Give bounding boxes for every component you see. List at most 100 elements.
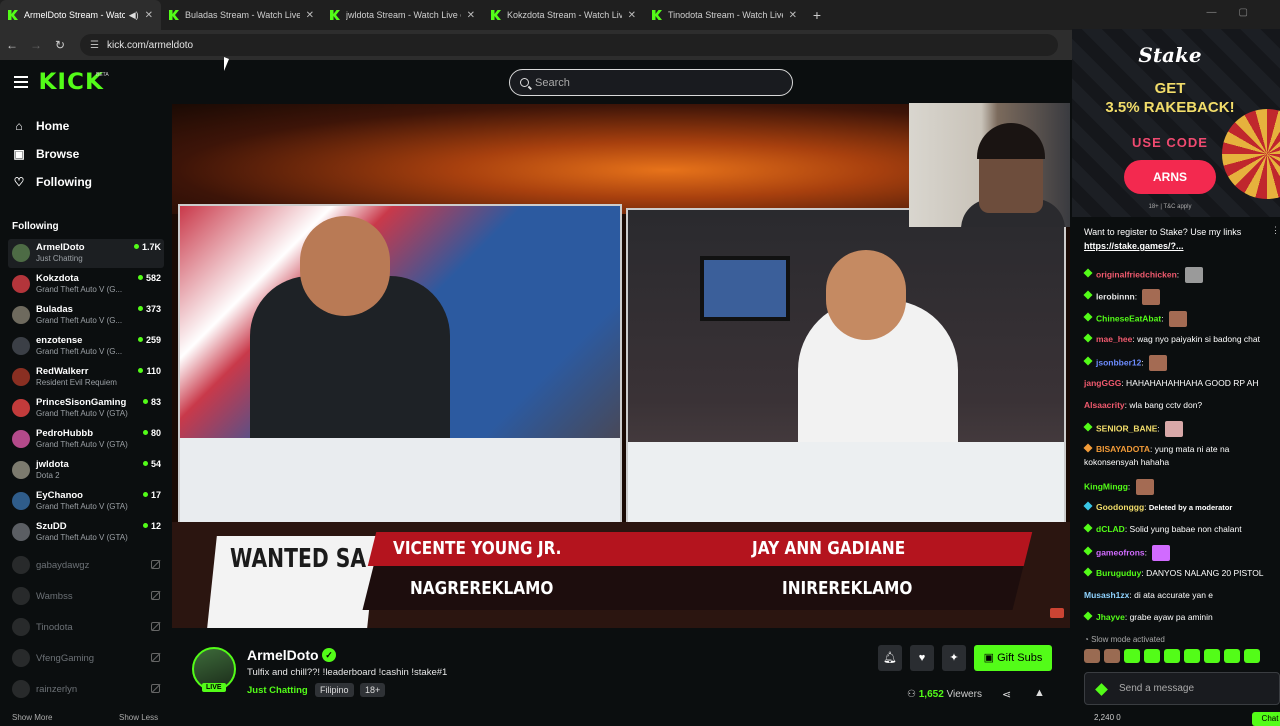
streamer-name[interactable]: ArmelDoto <box>247 647 319 663</box>
menu-icon[interactable] <box>14 76 28 88</box>
chat-username[interactable]: lerobinnn <box>1096 291 1135 301</box>
following-channel[interactable]: enzotense Grand Theft Auto V (G... 259 <box>8 332 164 361</box>
sidebar-item-following[interactable]: ♡ Following <box>12 175 92 189</box>
chat-username[interactable]: Musash1zx <box>1084 590 1129 600</box>
show-more-button[interactable]: Show More <box>12 713 52 722</box>
chat-username[interactable]: Alsaacrity <box>1084 400 1125 410</box>
following-channel[interactable]: EyChanoo Grand Theft Auto V (GTA) 17 <box>8 487 164 516</box>
browser-tab[interactable]: ArmelDoto Stream - Watch ◀) ✕ <box>0 0 161 30</box>
channel-category: Grand Theft Auto V (GTA) <box>36 502 128 511</box>
viewer-count-value: 110 <box>146 366 161 376</box>
following-channel[interactable]: ArmelDoto Just Chatting 1.7K <box>8 239 164 268</box>
viewer-count-value: 54 <box>150 459 161 469</box>
chat-username[interactable]: jsonbber12 <box>1096 357 1141 367</box>
avatar <box>12 523 30 541</box>
close-tab-icon[interactable]: ✕ <box>789 10 797 21</box>
emote-icon[interactable] <box>1164 649 1180 663</box>
browser-tab[interactable]: Tinodota Stream - Watch Live o ✕ <box>644 0 805 30</box>
chat-username[interactable]: Goodonggg <box>1096 502 1144 512</box>
chat-username[interactable]: originalfriedchicken <box>1096 269 1177 279</box>
chat-bottom-stats: 2,240 0 <box>1094 713 1121 722</box>
emote-icon[interactable] <box>1084 649 1100 663</box>
following-channel[interactable]: jwldota Dota 2 54 <box>8 456 164 485</box>
live-badge: LIVE <box>202 683 226 692</box>
live-dot-icon <box>142 523 148 528</box>
notification-bell-button[interactable]: 🔔︎ <box>878 645 902 671</box>
chat-username[interactable]: BISAYADOTA <box>1096 444 1150 454</box>
report-icon[interactable]: ▲ <box>1034 687 1045 699</box>
search-input[interactable]: Search <box>509 69 793 96</box>
window-controls[interactable]: —▢ <box>1207 7 1270 18</box>
chat-send-button[interactable]: Chat <box>1252 712 1280 726</box>
following-channel[interactable]: PedroHubbb Grand Theft Auto V (GTA) 80 <box>8 425 164 454</box>
chat-message: KingMingg: <box>1084 479 1154 495</box>
emote-icon[interactable] <box>1124 649 1140 663</box>
emote-icon[interactable] <box>1244 649 1260 663</box>
chat-username[interactable]: KingMingg <box>1084 481 1128 491</box>
chat-message-input[interactable]: Send a message <box>1084 672 1280 705</box>
gift-subs-button[interactable]: ▣ Gift Subs <box>974 645 1052 671</box>
chat-username[interactable]: ChineseEatAbat <box>1096 313 1161 323</box>
channel-name: PedroHubbb <box>36 428 93 439</box>
following-channel-offline[interactable]: rainzerlyn <box>8 675 164 704</box>
kick-logo[interactable]: KICK <box>38 70 104 95</box>
stake-ad-banner[interactable]: Stake GET 3.5% RAKEBACK! USE CODE ARNS 18… <box>1072 29 1280 217</box>
emote-bar[interactable] <box>1084 649 1260 663</box>
close-tab-icon[interactable]: ✕ <box>145 10 153 21</box>
tag-age[interactable]: 18+ <box>360 683 386 697</box>
follow-button[interactable]: ♥ <box>910 645 934 671</box>
ad-code-button[interactable]: ARNS <box>1124 160 1216 194</box>
pin-more-icon[interactable]: ⋮ <box>1271 225 1280 236</box>
following-channel[interactable]: SzuDD Grand Theft Auto V (GTA) 12 <box>8 518 164 547</box>
new-tab-button[interactable]: + <box>805 7 829 23</box>
chat-username[interactable]: dCLAD <box>1096 524 1125 534</box>
channel-name: Wambss <box>36 591 73 602</box>
chat-username[interactable]: SENIOR_BANE <box>1096 423 1157 433</box>
chat-message: jangGGG: HAHAHAHAHHAHA GOOD RP AH <box>1084 378 1259 388</box>
pinned-link[interactable]: https://stake.games/?... <box>1084 241 1184 251</box>
badge-icon <box>1083 333 1093 343</box>
emote-icon[interactable] <box>1224 649 1240 663</box>
following-channel[interactable]: Buladas Grand Theft Auto V (G... 373 <box>8 301 164 330</box>
close-tab-icon[interactable]: ✕ <box>467 10 475 21</box>
emote-icon[interactable] <box>1144 649 1160 663</box>
sidebar-item-home[interactable]: ⌂ Home <box>12 119 69 133</box>
show-less-button[interactable]: Show Less <box>119 713 158 722</box>
stream-category[interactable]: Just Chatting <box>247 685 308 696</box>
close-tab-icon[interactable]: ✕ <box>628 10 636 21</box>
forward-icon[interactable]: → <box>24 38 48 52</box>
chat-username[interactable]: jangGGG <box>1084 378 1121 388</box>
speaker-icon[interactable]: ◀) <box>129 10 139 21</box>
reload-icon[interactable]: ↻ <box>48 38 72 52</box>
close-tab-icon[interactable]: ✕ <box>306 10 314 21</box>
share-icon[interactable]: ⋖ <box>1002 688 1011 701</box>
raid-button[interactable]: ✦ <box>942 645 966 671</box>
chat-username[interactable]: Jhayve <box>1096 612 1125 622</box>
tag-language[interactable]: Filipino <box>315 683 354 697</box>
following-channel-offline[interactable]: VfengGaming <box>8 644 164 673</box>
chat-panel: Want to register to Stake? Use my links … <box>1072 217 1280 726</box>
emote-icon[interactable] <box>1204 649 1220 663</box>
chat-username[interactable]: mae_hee <box>1096 334 1132 344</box>
sidebar-item-browse[interactable]: ▣ Browse <box>12 147 79 161</box>
site-info-icon[interactable]: ☰ <box>90 40 99 51</box>
channel-name: gabaydawgz <box>36 560 90 571</box>
browser-tab[interactable]: jwldota Stream - Watch Live on ✕ <box>322 0 483 30</box>
following-channel-offline[interactable]: Wambss <box>8 582 164 611</box>
chat-username[interactable]: Buruguduy <box>1096 568 1141 578</box>
back-icon[interactable]: ← <box>0 38 24 52</box>
following-channel-offline[interactable]: Tinodota <box>8 613 164 642</box>
emote-icon[interactable] <box>1104 649 1120 663</box>
url-field[interactable]: ☰ kick.com/armeldoto <box>80 34 1058 56</box>
following-channel[interactable]: PrinceSisonGaming Grand Theft Auto V (GT… <box>8 394 164 423</box>
chat-username[interactable]: gameofrons <box>1096 547 1145 557</box>
following-channel-offline[interactable]: gabaydawgz <box>8 551 164 580</box>
following-channel[interactable]: Kokzdota Grand Theft Auto V (G... 582 <box>8 270 164 299</box>
following-channel[interactable]: RedWalkerr Resident Evil Requiem 110 <box>8 363 164 392</box>
heart-icon: ♥ <box>918 652 926 664</box>
live-dot-icon <box>137 275 143 280</box>
browser-tab[interactable]: Kokzdota Stream - Watch Live ✕ <box>483 0 644 30</box>
browser-tab[interactable]: Buladas Stream - Watch Live o ✕ <box>161 0 322 30</box>
viewer-count-value: 83 <box>150 397 161 407</box>
emote-icon[interactable] <box>1184 649 1200 663</box>
